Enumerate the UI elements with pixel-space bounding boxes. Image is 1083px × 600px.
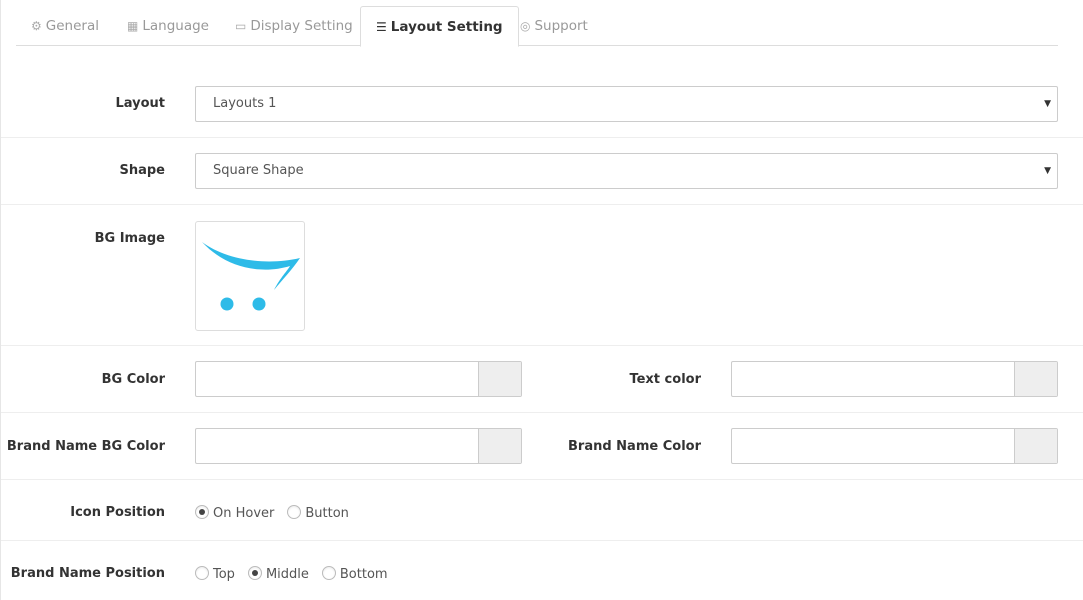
- radio-label: Top: [213, 567, 235, 582]
- shape-label: Shape: [119, 163, 165, 178]
- radio-label: Bottom: [339, 567, 388, 582]
- shape-select[interactable]: Square Shape ▼: [195, 153, 1058, 189]
- radio-top[interactable]: Top: [195, 565, 235, 582]
- radio-label: Middle: [265, 567, 309, 582]
- tab-label: Layout Setting: [390, 19, 503, 35]
- tab-label: Display Setting: [250, 18, 353, 34]
- bg-image-label: BG Image: [94, 231, 165, 246]
- form-row-icon-position: Icon Position On Hover Button: [1, 480, 1083, 541]
- radio-button-unchecked[interactable]: [321, 565, 336, 580]
- brand-color-label: Brand Name Color: [568, 439, 701, 454]
- icon-position-radio-group: On Hover Button: [195, 504, 362, 521]
- radio-label: Button: [305, 506, 349, 521]
- text-color-swatch[interactable]: [1014, 362, 1057, 396]
- tab-layout-setting[interactable]: ☰ Layout Setting: [360, 6, 519, 47]
- bg-color-swatch[interactable]: [478, 362, 521, 396]
- bg-color-input[interactable]: [195, 361, 522, 397]
- form-row-brand-position: Brand Name Position Top Middle Bottom: [1, 541, 1083, 600]
- icon-position-label: Icon Position: [70, 505, 165, 520]
- tab-label: Language: [142, 18, 209, 34]
- caret-down-icon: ▼: [1044, 166, 1051, 176]
- monitor-icon: ▭: [235, 19, 247, 33]
- list-icon: ☰: [376, 20, 387, 34]
- brand-color-input[interactable]: [731, 428, 1058, 464]
- brand-bg-color-swatch[interactable]: [478, 429, 521, 463]
- radio-button-checked[interactable]: [247, 565, 262, 580]
- radio-button-unchecked[interactable]: [287, 504, 302, 519]
- settings-tabs: ⚙ General ▦ Language ▭ Display Setting ☰ Lay…: [16, 6, 1058, 47]
- bg-color-label: BG Color: [101, 372, 165, 387]
- layout-label: Layout: [115, 96, 165, 111]
- tab-support[interactable]: ◎ Support: [505, 6, 603, 46]
- tab-general[interactable]: ⚙ General: [16, 6, 114, 46]
- radio-middle[interactable]: Middle: [247, 565, 309, 582]
- radio-bottom[interactable]: Bottom: [321, 565, 388, 582]
- bg-image-thumbnail[interactable]: [195, 221, 305, 331]
- caret-down-icon: ▼: [1044, 99, 1051, 109]
- form-row-shape: Shape Square Shape ▼: [1, 138, 1083, 205]
- layout-select-value: Layouts 1: [213, 96, 277, 111]
- lifebuoy-icon: ◎: [520, 19, 531, 33]
- form-row-colors: BG Color Text color: [1, 346, 1083, 413]
- form-row-layout: Layout Layouts 1 ▼: [1, 71, 1083, 138]
- brand-color-swatch[interactable]: [1014, 429, 1057, 463]
- radio-on-hover[interactable]: On Hover: [195, 504, 275, 521]
- tab-label: Support: [534, 18, 588, 34]
- text-color-input[interactable]: [731, 361, 1058, 397]
- text-color-label: Text color: [629, 372, 701, 387]
- radio-button-option[interactable]: Button: [287, 504, 349, 521]
- form-row-brand-colors: Brand Name BG Color Brand Name Color: [1, 413, 1083, 480]
- shape-select-value: Square Shape: [213, 163, 304, 178]
- brand-position-label: Brand Name Position: [10, 566, 165, 581]
- radio-label: On Hover: [213, 506, 275, 521]
- book-icon: ▦: [127, 19, 139, 33]
- layout-select[interactable]: Layouts 1 ▼: [195, 86, 1058, 122]
- radio-button-unchecked[interactable]: [195, 565, 209, 580]
- form-row-bg-image: BG Image: [1, 205, 1083, 346]
- cart-logo-icon: [202, 242, 300, 311]
- brand-bg-color-input[interactable]: [195, 428, 522, 464]
- tab-label: General: [45, 18, 99, 34]
- tab-display-setting[interactable]: ▭ Display Setting: [220, 6, 368, 46]
- gear-icon: ⚙: [31, 19, 42, 33]
- brand-bg-color-label: Brand Name BG Color: [6, 439, 165, 454]
- tab-language[interactable]: ▦ Language: [112, 6, 224, 46]
- radio-button-checked[interactable]: [195, 504, 209, 519]
- brand-position-radio-group: Top Middle Bottom: [195, 565, 401, 582]
